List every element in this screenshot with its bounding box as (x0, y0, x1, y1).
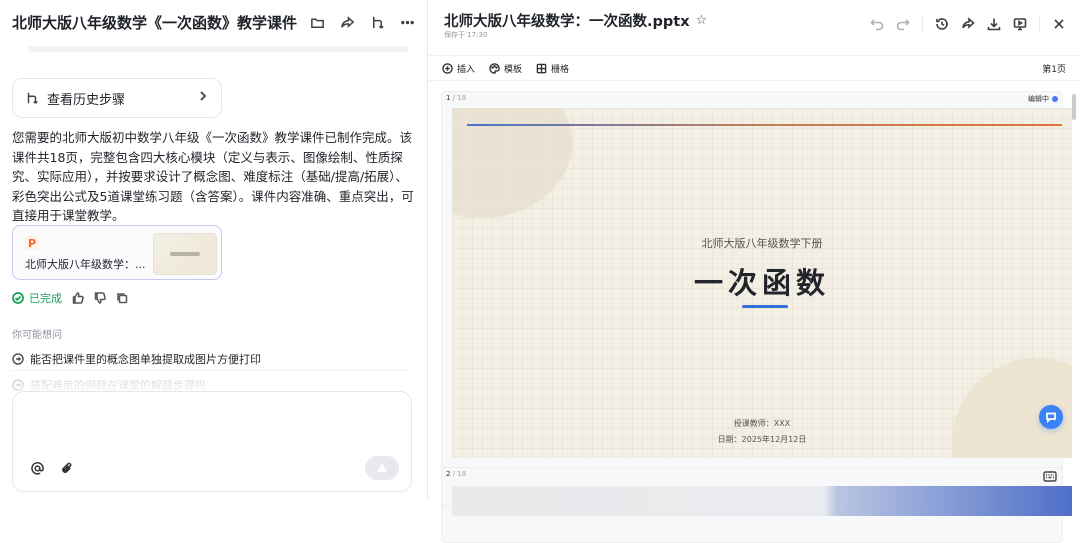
suggestion-text: 能否把课件里的概念图单独提取成图片方便打印 (30, 352, 261, 366)
slide-title: 一次函数 (693, 266, 830, 300)
divider (922, 17, 923, 31)
thumbs-down-icon[interactable] (94, 292, 106, 304)
share-icon[interactable] (961, 17, 975, 31)
editing-dot (1052, 96, 1058, 102)
status-done-label: 已完成 (29, 292, 62, 305)
document-title-text: 北师大版八年级数学：一次函数.pptx (444, 14, 690, 30)
editing-status: 编辑中 (1028, 94, 1058, 104)
template-button[interactable]: 模板 (489, 62, 522, 75)
grid-button[interactable]: 栅格 (536, 62, 569, 75)
share-icon[interactable] (339, 14, 355, 30)
chat-bubble-icon (1046, 412, 1056, 423)
download-icon[interactable] (987, 17, 1001, 31)
history-label: 查看历史步骤 (47, 92, 126, 108)
more-icon[interactable] (399, 14, 415, 30)
slide-teacher: 授课教师：XXX (733, 419, 791, 428)
save-status: 保存于 17:30 (444, 31, 488, 39)
attach-icon[interactable] (55, 456, 79, 480)
ppt-file-icon: P (25, 236, 39, 250)
slide-card-2[interactable]: 2 / 18 (441, 467, 1072, 516)
file-thumbnail (153, 233, 217, 275)
insert-button[interactable]: 插入 (442, 62, 475, 75)
suggestion-item[interactable]: 能否把课件里的概念图单独提取成图片方便打印 (12, 347, 408, 371)
chat-header: 北师大版八年级数学《一次函数》教学课件 (0, 0, 427, 44)
slide-subtitle: 北师大版八年级数学下册 (701, 237, 823, 250)
mention-icon[interactable] (25, 456, 49, 480)
editing-label: 编辑中 (1028, 95, 1049, 103)
scrollbar[interactable] (1072, 94, 1076, 120)
undo-icon[interactable] (870, 17, 884, 31)
folder-icon[interactable] (309, 14, 325, 30)
scroll-fade (28, 46, 409, 52)
slide-total: / 18 (450, 94, 467, 102)
history-icon (25, 91, 39, 105)
slide-content[interactable]: 北师大版八年级数学下册 一次函数 授课教师：XXX 日期：2025年12月12日 (452, 108, 1072, 458)
suggestion-icon (12, 352, 24, 365)
send-button[interactable] (365, 456, 399, 480)
chat-fab-button[interactable] (1039, 405, 1063, 429)
page-indicator: 第1页 (1042, 65, 1066, 75)
title-underline (742, 305, 788, 308)
slide-number: 2 / 18 (446, 470, 466, 478)
suggestion-icon (12, 379, 24, 391)
history-clock-icon[interactable] (935, 17, 949, 31)
copy-icon[interactable] (116, 292, 128, 304)
send-icon (377, 463, 387, 472)
divider (1039, 17, 1040, 31)
file-card[interactable]: P 北师大版八年级数学：... (12, 225, 222, 280)
status-done: 已完成 (12, 290, 62, 306)
keyboard-icon[interactable] (1043, 467, 1057, 482)
star-icon[interactable]: ☆ (696, 13, 708, 28)
redo-icon[interactable] (896, 17, 910, 31)
slide-preview (452, 486, 1072, 516)
history-steps-button[interactable]: 查看历史步骤 (12, 78, 222, 118)
chevron-right-icon (197, 90, 209, 106)
plus-circle-icon (442, 62, 453, 74)
check-circle-icon (12, 292, 24, 304)
message-actions: 已完成 (12, 290, 128, 306)
chat-title: 北师大版八年级数学《一次函数》教学课件 (12, 13, 298, 32)
palette-icon (489, 62, 500, 74)
branch-icon[interactable] (369, 14, 385, 30)
slide-number: 1 / 18 (446, 94, 466, 102)
grid-icon (536, 63, 547, 73)
template-label: 模板 (504, 64, 523, 75)
slide-date: 日期：2025年12月12日 (717, 435, 807, 444)
chat-input[interactable] (25, 402, 401, 452)
close-icon[interactable] (1052, 17, 1066, 31)
chat-input-box (12, 391, 412, 492)
grid-label: 栅格 (551, 64, 570, 75)
suggestions-title: 你可能想问 (12, 330, 62, 341)
accent-line (467, 124, 1062, 126)
file-name: 北师大版八年级数学：... (25, 258, 146, 271)
assistant-message: 您需要的北师大版初中数学八年级《一次函数》教学课件已制作完成。该课件共18页，完… (12, 130, 414, 223)
present-icon[interactable] (1013, 17, 1027, 31)
editor-toolbar: 插入 模板 栅格 第1页 (428, 55, 1080, 81)
chat-panel: 北师大版八年级数学《一次函数》教学课件 查看历史步骤 您需要的北师大版初中数学八… (0, 0, 428, 500)
thumbs-up-icon[interactable] (72, 292, 84, 304)
insert-label: 插入 (457, 64, 476, 75)
document-title: 北师大版八年级数学：一次函数.pptx ☆ (444, 10, 707, 31)
slide-total: / 18 (450, 470, 467, 478)
